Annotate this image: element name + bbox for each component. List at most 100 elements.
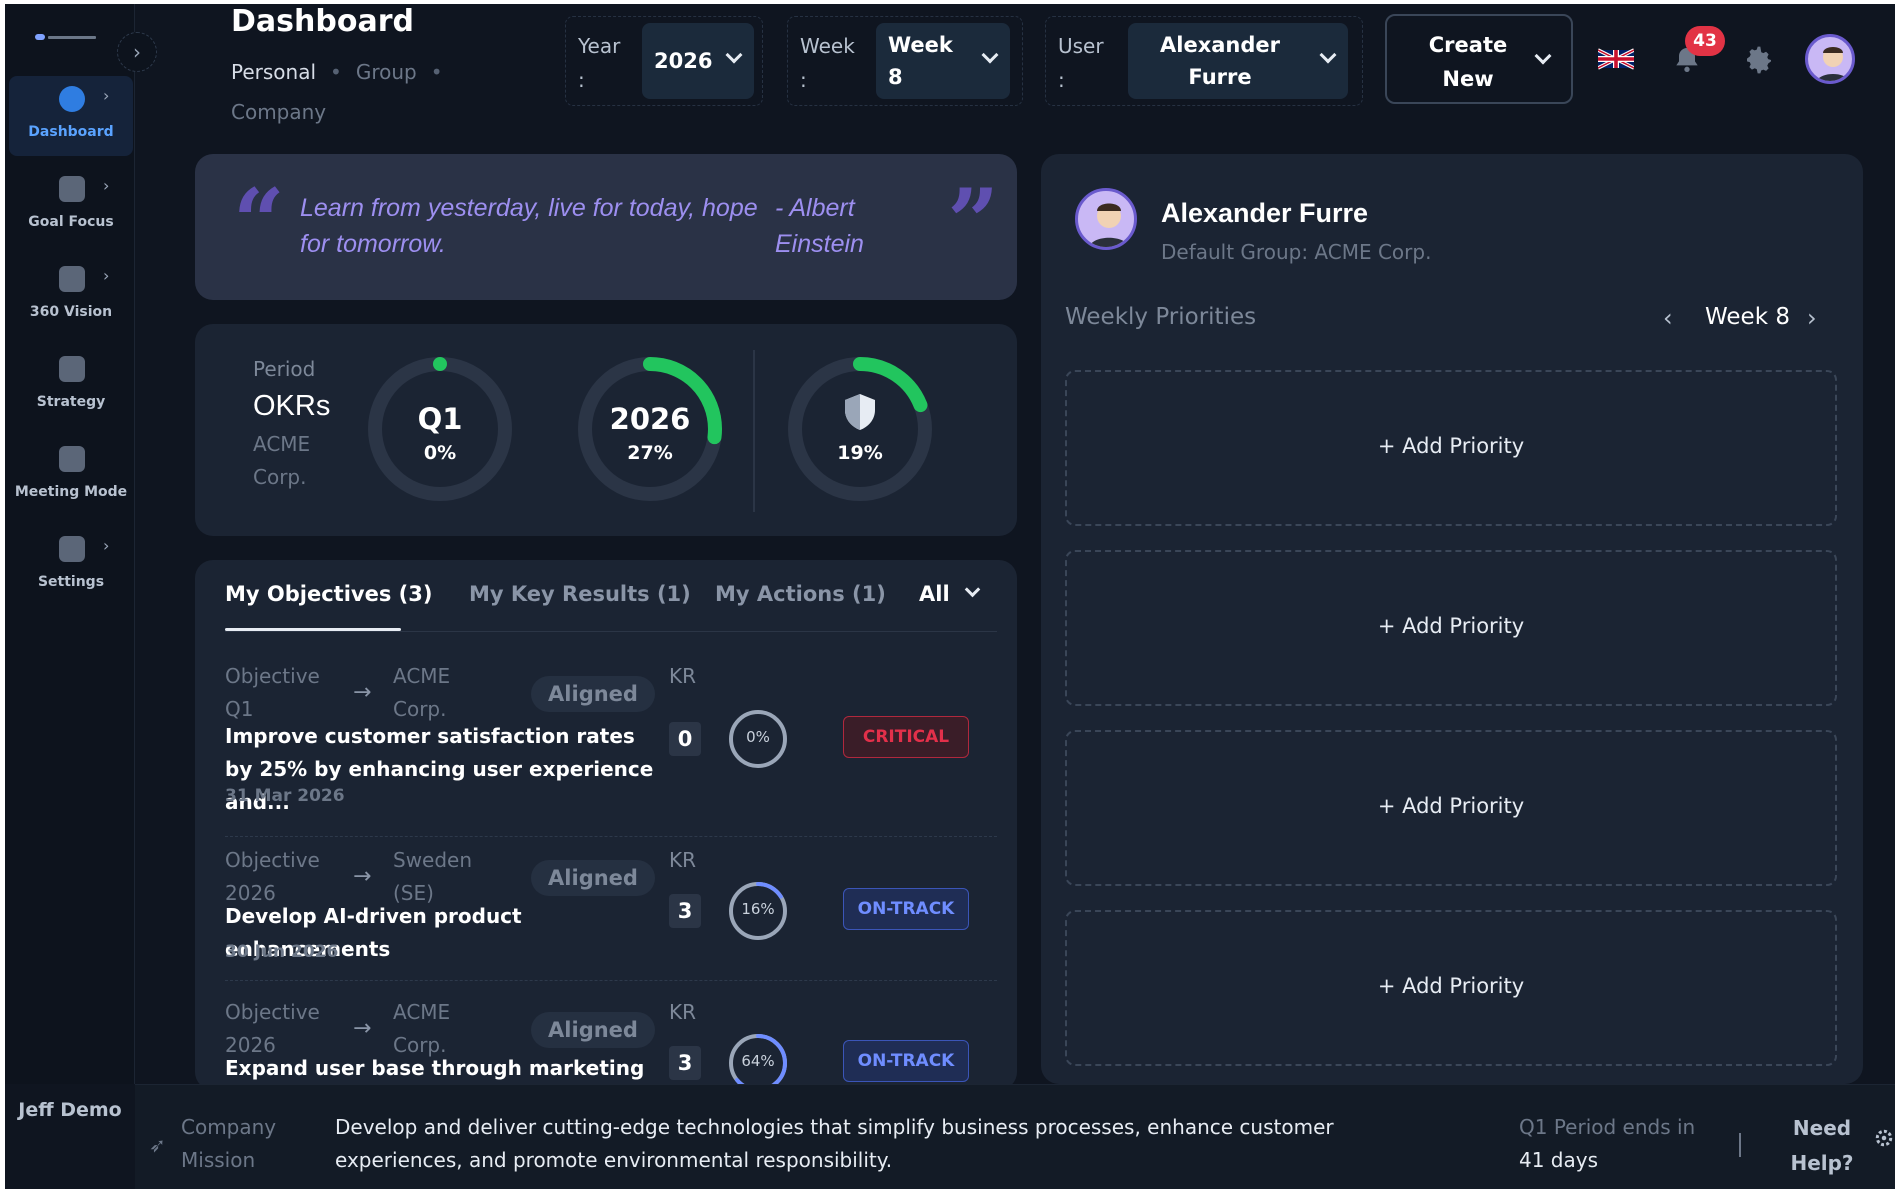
arrow-right-icon: → [353, 864, 372, 889]
mission-label: Company Mission [181, 1115, 277, 1172]
weekly-priorities-label: Weekly Priorities [1065, 304, 1257, 330]
okr-ring-year[interactable]: 2026 27% [575, 354, 725, 504]
scope-personal[interactable]: Personal [231, 60, 316, 84]
scope-group[interactable]: Group [356, 60, 417, 84]
kr-label: KR [669, 1000, 697, 1024]
chevron-right-icon[interactable]: › [103, 86, 109, 105]
sidebar-item-label: Meeting Mode [14, 484, 128, 500]
okr-ring-company[interactable]: 19% [785, 354, 935, 504]
next-week-chevron-icon[interactable]: › [1807, 304, 1817, 332]
tab-my-key-results[interactable]: My Key Results (1) [469, 582, 691, 606]
chevron-down-icon [725, 46, 743, 64]
add-priority-slot[interactable]: + Add Priority [1065, 370, 1837, 526]
sliders-icon [59, 536, 85, 562]
sidebar-item-label: Settings [37, 574, 105, 590]
previous-week-chevron-icon[interactable]: ‹ [1663, 304, 1673, 332]
sidebar-item-label: Dashboard [28, 124, 114, 140]
sidebar-item-label: Strategy [36, 394, 106, 410]
user-dropdown[interactable]: Alexander Furre [1128, 23, 1348, 99]
footer-bar: ➶ Company Mission Develop and deliver cu… [135, 1084, 1895, 1189]
create-new-button[interactable]: Create New [1385, 14, 1573, 104]
objective-row[interactable]: Objective 2026 → ACME Corp. Aligned KR 3 64% ON-T… [225, 996, 997, 1090]
sidebar-collapse-button[interactable]: › [117, 32, 157, 72]
chevron-down-icon [1319, 46, 1337, 64]
logo-wordmark [48, 36, 96, 39]
user-selector: User: Alexander Furre [1045, 16, 1363, 106]
need-help-button[interactable]: Need Help? [1787, 1111, 1857, 1181]
add-priority-label: + Add Priority [1377, 794, 1525, 818]
chevron-right-icon[interactable]: › [103, 266, 109, 285]
profile-default-group: Default Group: ACME Corp. [1161, 240, 1432, 264]
objective-group: ACME Corp. [393, 664, 451, 721]
objective-row[interactable]: Objective 2026 → Sweden (SE) Aligned KR 3 16% ON-… [225, 844, 997, 1014]
scope-company[interactable]: Company [231, 100, 326, 124]
page-title: Dashboard [231, 4, 414, 39]
help-gear-icon[interactable] [1875, 1129, 1893, 1147]
sidebar-item-settings[interactable]: › Settings [9, 526, 133, 606]
shield-icon [842, 392, 878, 432]
layers-icon [59, 266, 85, 292]
objectives-filter-dropdown[interactable]: All [919, 581, 981, 606]
chevron-down-icon [964, 581, 981, 598]
footer-separator [1739, 1133, 1741, 1157]
strategy-icon [59, 356, 85, 382]
objective-progress-ring: 64% [727, 1032, 789, 1090]
uk-flag-icon[interactable] [1598, 46, 1634, 72]
sidebar-item-strategy[interactable]: Strategy [9, 346, 133, 426]
chevron-right-icon[interactable]: › [103, 176, 109, 195]
sidebar-item-dashboard[interactable]: › Dashboard [9, 76, 133, 156]
okr-ring-q1[interactable]: Q1 0% [365, 354, 515, 504]
period-countdown: Q1 Period ends in 41 days [1519, 1115, 1696, 1172]
objective-row[interactable]: Objective Q1 → ACME Corp. Aligned KR 0 0% CRITICA… [225, 660, 997, 830]
okr-divider [753, 350, 755, 512]
add-priority-slot[interactable]: + Add Priority [1065, 730, 1837, 886]
year-value: 2026 [654, 49, 713, 73]
profile-avatar [1075, 188, 1137, 250]
logo-mark [35, 34, 45, 40]
user-label: User: [1058, 34, 1104, 92]
objective-period: Objective Q1 [225, 664, 320, 721]
notifications-count-badge: 43 [1685, 26, 1725, 56]
row-divider [225, 980, 997, 981]
mission-text: Develop and deliver cutting-edge technol… [335, 1115, 1334, 1172]
active-tab-indicator [225, 628, 401, 631]
arrow-right-icon: → [353, 680, 372, 705]
week-dropdown[interactable]: Week 8 [876, 23, 1010, 99]
aligned-badge[interactable]: Aligned [531, 676, 655, 712]
week-value: Week 8 [888, 33, 953, 89]
app-logo[interactable] [35, 34, 99, 42]
add-priority-label: + Add Priority [1377, 614, 1525, 638]
user-avatar[interactable] [1805, 34, 1855, 84]
okr-period-label: Period OKRs ACME Corp. [253, 354, 353, 494]
chevron-right-icon[interactable]: › [103, 536, 109, 555]
status-badge: ON-TRACK [843, 888, 969, 930]
week-selector: Week: Week 8 [787, 16, 1023, 106]
kr-count: 3 [669, 894, 701, 928]
sidebar-item-goal-focus[interactable]: › Goal Focus [9, 166, 133, 246]
sidebar-item-360-vision[interactable]: › 360 Vision [9, 256, 133, 336]
user-value: Alexander Furre [1160, 33, 1280, 89]
aligned-badge[interactable]: Aligned [531, 1012, 655, 1048]
sidebar: › Dashboard › Goal Focus › 360 Vision Strategy… [5, 4, 135, 1121]
settings-gear-icon[interactable] [1743, 44, 1775, 76]
kr-label: KR [669, 664, 697, 688]
week-indicator: Week 8 [1705, 304, 1790, 330]
sidebar-item-label: Goal Focus [28, 214, 114, 230]
rocket-icon: ➶ [149, 1133, 166, 1157]
tab-my-actions[interactable]: My Actions (1) [715, 582, 886, 606]
tab-my-objectives[interactable]: My Objectives (3) [225, 582, 432, 606]
app-window: › Dashboard › Goal Focus › 360 Vision Strategy… [5, 4, 1895, 1189]
close-quote-icon: ” [947, 169, 999, 275]
kr-label: KR [669, 848, 697, 872]
year-label: Year: [578, 34, 621, 92]
scope-separator: • [430, 60, 443, 84]
calendar-icon [59, 446, 85, 472]
sidebar-item-meeting-mode[interactable]: Meeting Mode [9, 436, 133, 516]
weekly-priorities-card: Alexander Furre Default Group: ACME Corp… [1041, 154, 1863, 1084]
current-user-name[interactable]: Jeff Demo [5, 1099, 135, 1121]
week-label: Week: [800, 34, 855, 92]
aligned-badge[interactable]: Aligned [531, 860, 655, 896]
add-priority-slot[interactable]: + Add Priority [1065, 550, 1837, 706]
year-dropdown[interactable]: 2026 [642, 23, 754, 99]
add-priority-slot[interactable]: + Add Priority [1065, 910, 1837, 1066]
